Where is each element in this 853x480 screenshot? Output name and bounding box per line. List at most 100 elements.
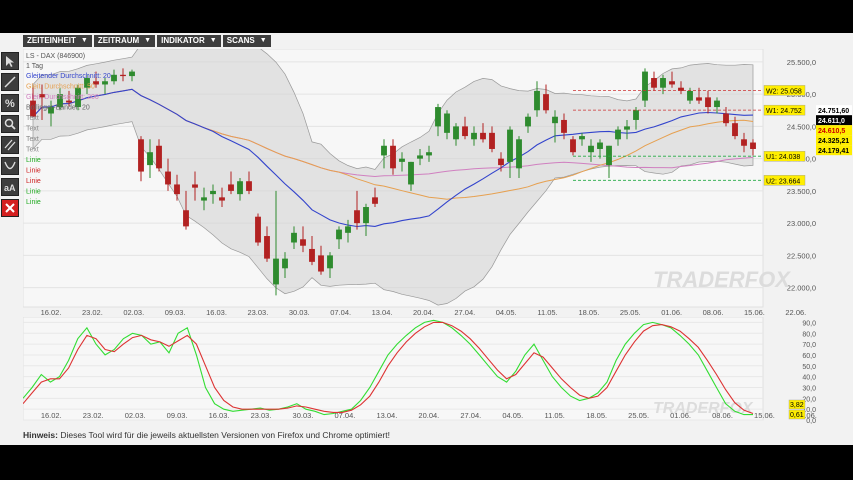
candle-body bbox=[534, 90, 540, 111]
menu-indikator[interactable]: INDIKATOR ▼ bbox=[157, 35, 221, 47]
candle-body bbox=[633, 110, 639, 120]
price-x-tick-label: 22.06. bbox=[785, 308, 806, 317]
candle-body bbox=[246, 181, 252, 191]
price-y-tick-label: 22.000,0 bbox=[787, 284, 816, 293]
candle-body bbox=[210, 190, 216, 195]
dropdown-arrow-icon: ▼ bbox=[209, 37, 217, 44]
candle-body bbox=[453, 126, 459, 140]
text-size-icon: aA bbox=[4, 183, 16, 193]
price-y-tick-label: 25.500,0 bbox=[787, 58, 816, 67]
price-x-tick-label: 04.05. bbox=[496, 308, 517, 317]
svg-text:aA: aA bbox=[4, 183, 16, 193]
candle-body bbox=[417, 155, 423, 159]
candle-body bbox=[102, 81, 108, 85]
candle-body bbox=[435, 107, 441, 127]
arc-tool-button[interactable] bbox=[1, 157, 19, 175]
legend-line-item: Text bbox=[26, 126, 39, 133]
candle-body bbox=[255, 216, 261, 243]
stochastic-x-tick-label: 23.03. bbox=[251, 411, 272, 420]
candle-body bbox=[228, 184, 234, 191]
candle-body bbox=[732, 123, 738, 137]
candle-body bbox=[336, 229, 342, 240]
price-y-tick-label: 22.500,0 bbox=[787, 251, 816, 260]
candle-body bbox=[696, 97, 702, 101]
candle-body bbox=[345, 226, 351, 233]
delete-tool-button[interactable] bbox=[1, 199, 19, 217]
stochastic-x-tick-label: 18.05. bbox=[586, 411, 607, 420]
candle-body bbox=[660, 78, 666, 88]
line-tool-button[interactable] bbox=[1, 73, 19, 91]
menu-zeitraum[interactable]: ZEITRAUM ▼ bbox=[93, 35, 156, 47]
value-label-text: 24.611,0 bbox=[818, 118, 845, 125]
zoom-icon bbox=[4, 118, 16, 130]
candle-body bbox=[111, 74, 117, 82]
price-x-tick-label: 01.06. bbox=[661, 308, 682, 317]
candle-body bbox=[462, 126, 468, 137]
delete-icon bbox=[5, 203, 15, 213]
candle-body bbox=[264, 236, 270, 259]
candle-body bbox=[444, 113, 450, 133]
stochastic-y-tick-label: 40,0 bbox=[802, 375, 816, 382]
price-x-tick-label: 11.05. bbox=[537, 308, 557, 317]
candle-body bbox=[705, 97, 711, 108]
legend-line-item: Linie bbox=[26, 189, 41, 196]
candle-body bbox=[741, 139, 747, 146]
percent-tool-button[interactable]: % bbox=[1, 94, 19, 112]
menu-zeiteinheit[interactable]: ZEITEINHEIT ▼ bbox=[23, 35, 92, 47]
top-toolbar: ZEITEINHEIT ▼ ZEITRAUM ▼ INDIKATOR ▼ SCA… bbox=[23, 35, 273, 47]
price-y-tick-label: 24.500,0 bbox=[787, 122, 816, 131]
percent-icon: % bbox=[5, 98, 15, 110]
menu-label: INDIKATOR bbox=[161, 36, 205, 45]
cursor-tool-button[interactable] bbox=[1, 52, 19, 70]
candle-body bbox=[714, 100, 720, 108]
parallel-tool-button[interactable] bbox=[1, 136, 19, 154]
candle-body bbox=[723, 113, 729, 124]
stochastic-x-tick-label: 27.04. bbox=[460, 411, 481, 420]
text-tool-button[interactable]: aA bbox=[1, 178, 19, 196]
menu-label: ZEITEINHEIT bbox=[27, 36, 76, 45]
value-label-text: 24.325,21 bbox=[818, 138, 849, 145]
candle-body bbox=[147, 152, 153, 166]
candle-body bbox=[624, 126, 630, 130]
stochastic-x-tick-label: 25.05. bbox=[628, 411, 649, 420]
price-chart[interactable]: 22.000,022.500,023.000,023.500,024.000,0… bbox=[23, 49, 853, 317]
candle-body bbox=[588, 145, 594, 153]
candle-body bbox=[372, 197, 378, 204]
menu-label: ZEITRAUM bbox=[97, 36, 140, 45]
stochastic-x-tick-label: 16.03. bbox=[209, 411, 230, 420]
candle-body bbox=[282, 258, 288, 269]
candle-body bbox=[309, 248, 315, 262]
stochastic-x-tick-label: 16.02. bbox=[41, 411, 62, 420]
legend-line-item: Linie bbox=[26, 199, 41, 206]
stochastic-x-tick-label: 20.04. bbox=[418, 411, 439, 420]
legend-symbol: LS - DAX (846900) bbox=[26, 53, 85, 60]
price-y-tick-label: 23.000,0 bbox=[787, 219, 816, 228]
price-x-tick-label: 07.04. bbox=[330, 308, 351, 317]
cursor-icon bbox=[6, 56, 14, 67]
candle-body bbox=[687, 90, 693, 101]
dropdown-arrow-icon: ▼ bbox=[80, 37, 88, 44]
legend-line-item: Text bbox=[26, 115, 39, 122]
dropdown-arrow-icon: ▼ bbox=[259, 37, 267, 44]
level-badge-text: U2: 23.664 bbox=[766, 178, 800, 185]
stochastic-chart[interactable]: 0,010,020,030,040,050,060,070,080,090,01… bbox=[23, 317, 853, 429]
legend-line-item: Text bbox=[26, 136, 39, 143]
candle-body bbox=[363, 207, 369, 224]
stochastic-x-tick-label: 13.04. bbox=[376, 411, 397, 420]
hint-label: Hinweis: bbox=[23, 430, 58, 440]
stochastic-x-tick-label: 23.02. bbox=[83, 411, 104, 420]
candle-body bbox=[237, 181, 243, 195]
candle-body bbox=[300, 239, 306, 246]
stochastic-x-tick-label: 04.05. bbox=[502, 411, 523, 420]
menu-scans[interactable]: SCANS ▼ bbox=[222, 35, 271, 47]
price-y-tick-label: 23.500,0 bbox=[787, 187, 816, 196]
watermark-logo: TRADERFOX bbox=[653, 267, 791, 292]
end-value-text: 3,82 bbox=[790, 402, 804, 409]
candle bbox=[255, 213, 261, 246]
zoom-tool-button[interactable] bbox=[1, 115, 19, 133]
legend-line-item: Gleitender Durchschnitt: 20 bbox=[26, 73, 111, 80]
candle-body bbox=[120, 74, 126, 77]
price-x-tick-label: 09.03. bbox=[165, 308, 186, 317]
stochastic-plot-area bbox=[23, 317, 764, 421]
stochastic-y-tick-label: 50,0 bbox=[802, 364, 816, 371]
